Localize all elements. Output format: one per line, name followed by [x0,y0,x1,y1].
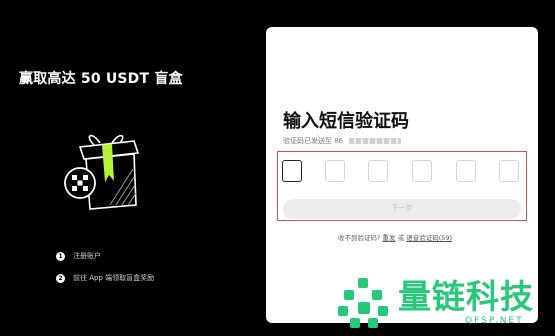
watermark: 量链科技 QFSP.NET [336,268,555,336]
sent-to-label: 验证码已发送至 86 [283,137,344,145]
code-digit-input[interactable] [412,160,432,182]
resend-link[interactable]: 重发 [383,234,396,242]
or-text: 或 [397,234,405,242]
code-digit-input[interactable] [325,160,345,182]
step-label: 注册账户 [73,252,101,260]
watermark-logo-icon [338,278,388,328]
steps-list: 1 注册账户 2 前往 App 端领取盲盒奖励 [56,250,154,294]
code-digit-input[interactable] [368,160,388,182]
masked-phone-number [349,138,402,144]
voice-code-link[interactable]: 语音验证码(59) [406,234,452,242]
step-number: 2 [56,273,65,283]
step-item: 1 注册账户 [56,250,154,262]
gift-box-illustration [64,134,140,210]
code-digit-input[interactable] [282,160,302,182]
watermark-text: 量链科技 [398,277,534,316]
step-number: 1 [56,251,65,261]
code-digit-input[interactable] [499,160,519,182]
page: 赢取高达 50 USDT 盲盒 1 注册账户 2 前往 App 端领取盲盒奖励 … [0,0,555,336]
resend-prompt: 收不到验证码? [338,234,381,242]
page-title: 输入短信验证码 [283,111,409,132]
step-label: 前往 App 端领取盲盒奖励 [73,274,155,282]
code-input-group: 下一步 [277,151,527,221]
resend-row: 收不到验证码? 重发 或 语音验证码(59) [338,232,452,242]
watermark-url: QFSP.NET [465,316,524,326]
sent-to-text: 验证码已发送至 86 [283,136,402,146]
code-digit-input[interactable] [456,160,476,182]
promo-title: 赢取高达 50 USDT 盲盒 [19,71,183,87]
next-button[interactable]: 下一步 [283,199,521,219]
step-item: 2 前往 App 端领取盲盒奖励 [56,272,154,284]
